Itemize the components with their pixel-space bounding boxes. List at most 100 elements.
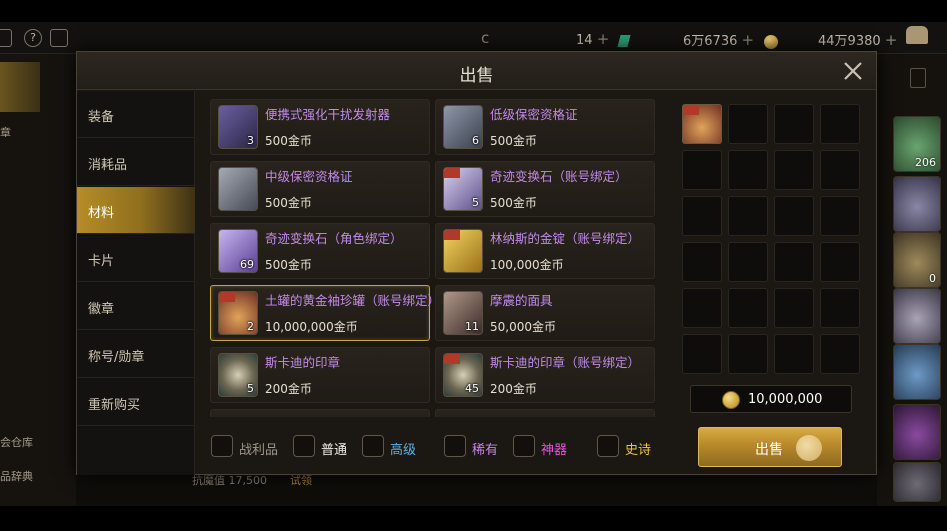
item-quantity: 5	[247, 382, 254, 395]
item-price: 500金币	[490, 196, 537, 210]
filter-label: 普通	[321, 443, 348, 458]
list-item[interactable]: 11 摩震的面具 50,000金币	[435, 285, 655, 341]
list-item[interactable]	[210, 409, 430, 417]
menu-icon[interactable]	[0, 29, 12, 47]
sell-slot-empty[interactable]	[820, 104, 860, 144]
bound-tag	[219, 292, 235, 302]
sell-slot-empty[interactable]	[820, 288, 860, 328]
sell-slot-empty[interactable]	[682, 242, 722, 282]
sell-slot-empty[interactable]	[774, 334, 814, 374]
golden-pot-icon: 2	[218, 291, 258, 335]
item-quantity: 69	[240, 258, 254, 271]
list-item[interactable]: 3 便携式强化干扰发射器 500金币	[210, 99, 430, 155]
background-menu-text-2: 会仓库	[0, 436, 33, 449]
sell-slot-empty[interactable]	[820, 150, 860, 190]
sell-slot-empty[interactable]	[728, 334, 768, 374]
calendar-icon[interactable]	[50, 29, 68, 47]
tab-label: 消耗品	[88, 158, 128, 173]
sell-total-value: 10,000,000	[748, 392, 823, 407]
filter-checkbox[interactable]	[293, 435, 315, 457]
tab-equipment[interactable]: 装备	[77, 91, 195, 138]
filter-checkbox[interactable]	[362, 435, 384, 457]
background-item-tile	[893, 344, 941, 400]
item-quantity: 11	[465, 320, 479, 333]
sell-slot-empty[interactable]	[774, 150, 814, 190]
confirm-dot-icon	[796, 435, 822, 461]
item-quantity: 6	[472, 134, 479, 147]
sell-button[interactable]: 出售	[698, 427, 842, 467]
sell-slot-empty[interactable]	[774, 288, 814, 328]
help-icon[interactable]: ?	[24, 29, 42, 47]
bound-tag	[444, 230, 460, 240]
item-price: 500金币	[265, 258, 312, 272]
list-item[interactable]: 林纳斯的金锭（账号绑定） 100,000金币	[435, 223, 655, 279]
tab-label: 卡片	[88, 254, 115, 269]
list-item[interactable]	[435, 409, 655, 417]
item-name: 低级保密资格证	[490, 107, 578, 122]
seal-icon: 45	[443, 353, 483, 397]
item-price: 500金币	[265, 134, 312, 148]
sell-slot-empty[interactable]	[774, 242, 814, 282]
item-quantity: 2	[247, 320, 254, 333]
sell-slot-empty[interactable]	[820, 334, 860, 374]
item-name: 林纳斯的金锭（账号绑定）	[490, 231, 641, 246]
resource-other: 44万9380 +	[818, 30, 897, 49]
tab-consumables[interactable]: 消耗品	[77, 139, 195, 186]
sell-slot-empty[interactable]	[728, 288, 768, 328]
background-left-highlight	[0, 62, 40, 112]
list-item[interactable]: 45 斯卡迪的印章（账号绑定） 200金币	[435, 347, 655, 403]
category-sidebar: 装备 消耗品 材料 卡片 徽章 称号/勋章 重新购买	[77, 91, 195, 475]
sell-slot-empty[interactable]	[682, 334, 722, 374]
list-item[interactable]: 5 斯卡迪的印章 200金币	[210, 347, 430, 403]
sell-slot-filled[interactable]	[682, 104, 722, 144]
sell-slot-empty[interactable]	[820, 242, 860, 282]
rarity-filters: 战利品 普通 高级 稀有 神器 史诗	[208, 434, 668, 460]
sell-slot-empty[interactable]	[728, 196, 768, 236]
tab-label: 装备	[88, 110, 115, 125]
tab-label: 材料	[88, 206, 115, 221]
background-item-count: 206	[915, 156, 936, 169]
item-price: 10,000,000金币	[265, 320, 358, 334]
sell-slot-empty[interactable]	[682, 196, 722, 236]
gold-ingot-icon	[443, 229, 483, 273]
add-gold-button[interactable]: +	[742, 31, 755, 49]
bound-tag	[683, 105, 699, 115]
item-price: 200金币	[490, 382, 537, 396]
tab-titles[interactable]: 称号/勋章	[77, 331, 195, 378]
item-quantity: 5	[472, 196, 479, 209]
sell-slot-empty[interactable]	[774, 104, 814, 144]
tab-buyback[interactable]: 重新购买	[77, 379, 195, 426]
list-item[interactable]: 69 奇迹变换石（角色绑定） 500金币	[210, 223, 430, 279]
tab-cards[interactable]: 卡片	[77, 235, 195, 282]
close-button[interactable]	[841, 59, 865, 83]
filter-checkbox[interactable]	[513, 435, 535, 457]
sell-slot-empty[interactable]	[820, 196, 860, 236]
gold-coin-icon	[722, 391, 740, 409]
list-item-selected[interactable]: 2 土罐的黄金袖珍罐（账号绑定） 10,000,000金币	[210, 285, 440, 341]
add-gem-button[interactable]: +	[597, 30, 610, 48]
background-item-tile: 206	[893, 116, 941, 172]
filter-checkbox[interactable]	[444, 435, 466, 457]
sell-slot-empty[interactable]	[682, 150, 722, 190]
bound-tag	[444, 168, 460, 178]
background-item-tile	[893, 288, 941, 344]
list-item[interactable]: 5 奇迹变换石（账号绑定） 500金币	[435, 161, 655, 217]
letterbox-top	[0, 0, 947, 22]
sell-slot-empty[interactable]	[728, 150, 768, 190]
sell-slot-empty[interactable]	[774, 196, 814, 236]
tab-emblems[interactable]: 徽章	[77, 283, 195, 330]
filter-checkbox[interactable]	[597, 435, 619, 457]
background-item-tile	[893, 462, 941, 502]
sell-slot-empty[interactable]	[682, 288, 722, 328]
sell-slot-empty[interactable]	[728, 242, 768, 282]
list-item[interactable]: 6 低级保密资格证 500金币	[435, 99, 655, 155]
filter-checkbox[interactable]	[211, 435, 233, 457]
item-list[interactable]: 3 便携式强化干扰发射器 500金币 6 低级保密资格证 500金币 中级保密资…	[208, 99, 658, 417]
add-resource-button[interactable]: +	[885, 31, 898, 49]
list-item[interactable]: 中级保密资格证 500金币	[210, 161, 430, 217]
card-icon	[910, 68, 926, 88]
sell-slot-empty[interactable]	[728, 104, 768, 144]
chest-icon[interactable]	[906, 26, 928, 44]
item-price: 500金币	[490, 134, 537, 148]
tab-materials[interactable]: 材料	[77, 187, 195, 234]
